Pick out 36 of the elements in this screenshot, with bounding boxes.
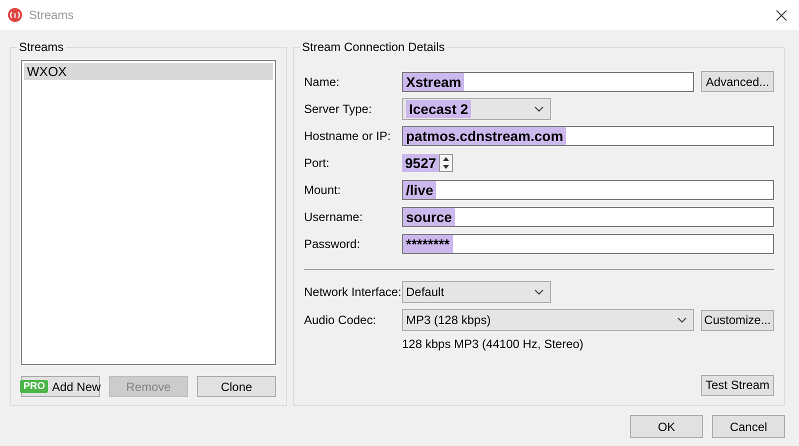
app-logo-icon	[8, 8, 22, 22]
text-field[interactable]: source	[402, 206, 774, 226]
field-label: Port:	[304, 156, 330, 170]
audio-codec-dropdown[interactable]: MP3 (128 kbps)	[402, 309, 694, 331]
field-label: Name:	[304, 74, 340, 88]
advanced-button[interactable]: Advanced...	[701, 71, 774, 92]
caret-icon	[534, 289, 544, 295]
codec-description: 128 kbps MP3 (44100 Hz, Stereo)	[402, 337, 584, 351]
field-label: Hostname or IP:	[304, 128, 392, 142]
field-label: Audio Codec:	[304, 313, 378, 327]
spin-arrows-icon[interactable]	[439, 154, 454, 172]
text-field[interactable]: patmos.cdnstream.com	[402, 126, 774, 146]
customize-button[interactable]: Customize...	[701, 310, 774, 330]
stream-button[interactable]: Clone	[197, 376, 276, 397]
text-field[interactable]: Xstream	[402, 72, 694, 92]
test-stream-button[interactable]: Test Stream	[701, 374, 774, 396]
window-title: Streams	[29, 8, 74, 22]
group-title: Streams	[18, 40, 65, 54]
field-label: Username:	[304, 210, 364, 224]
caret-icon	[534, 106, 544, 112]
stream-list-item[interactable]: WXOX	[24, 63, 273, 80]
field-label: Password:	[304, 236, 362, 250]
group-title: Stream Connection Details	[301, 40, 446, 54]
text-field[interactable]: ********	[402, 234, 774, 254]
server-type-dropdown[interactable]: Icecast 2	[402, 98, 551, 120]
text-field[interactable]: /live	[402, 180, 774, 200]
field-label: Server Type:	[304, 102, 373, 116]
pro-badge: PRO	[20, 380, 48, 393]
field-label: Network Interface:	[304, 285, 402, 299]
caret-icon	[677, 317, 687, 323]
close-icon[interactable]	[776, 10, 787, 20]
dialog-button[interactable]: OK	[630, 415, 703, 438]
dialog-button[interactable]: Cancel	[712, 415, 785, 438]
network-interface-dropdown[interactable]: Default	[402, 281, 551, 303]
stream-button[interactable]: PRO Add New	[21, 376, 100, 397]
field-label: Mount:	[304, 182, 342, 196]
